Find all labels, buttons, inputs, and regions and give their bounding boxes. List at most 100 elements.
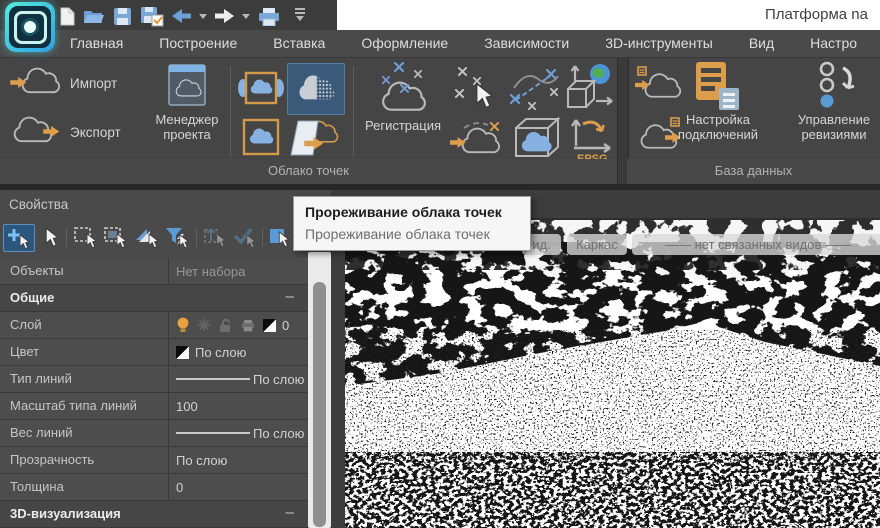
property-value[interactable]: По слою bbox=[169, 366, 308, 392]
save-all-icon[interactable] bbox=[140, 6, 164, 27]
ribbon-tab[interactable]: Вид bbox=[749, 30, 774, 57]
viewport-no-linked-views: —— нет связанных видов —— bbox=[632, 234, 880, 255]
window-title: Платформа na bbox=[765, 6, 868, 23]
ribbon-tab[interactable]: 3D-инструменты bbox=[605, 30, 713, 57]
property-value[interactable]: По слою bbox=[169, 420, 308, 446]
cloud-point-remove-button[interactable] bbox=[450, 116, 504, 160]
property-label: Объекты bbox=[0, 258, 169, 284]
ribbon-group-point-cloud: Импорт Экспорт Менеджер проекта bbox=[0, 58, 617, 184]
property-label: Общие bbox=[0, 285, 270, 311]
undo-dropdown-icon[interactable] bbox=[199, 13, 207, 19]
ribbon-tab[interactable]: Зависимости bbox=[484, 30, 569, 57]
properties-grid: ОбъектыНет набораОбщие–Слой0ЦветПо слоюТ… bbox=[0, 258, 308, 528]
apply-selection-button[interactable] bbox=[232, 224, 258, 250]
property-row: ПрозрачностьПо слою bbox=[0, 447, 308, 474]
add-to-selection-button[interactable] bbox=[3, 224, 35, 252]
layer-lock-icon[interactable] bbox=[218, 318, 234, 333]
property-row: Масштаб типа линий100 bbox=[0, 393, 308, 420]
app-logo-inner bbox=[9, 6, 51, 48]
linetype-value: По слою bbox=[253, 426, 304, 441]
clip-cloud-icon bbox=[240, 116, 282, 158]
quick-select-button[interactable] bbox=[134, 224, 160, 250]
import-button[interactable]: Импорт bbox=[10, 65, 117, 101]
color-value: По слою bbox=[195, 345, 246, 360]
ribbon-tab[interactable]: Построение bbox=[159, 30, 237, 57]
property-label: Масштаб типа линий bbox=[0, 393, 169, 419]
connection-settings-button[interactable]: Настройка подключений bbox=[663, 60, 773, 142]
ribbon-tab[interactable]: Главная bbox=[70, 30, 123, 57]
export-button[interactable]: Экспорт bbox=[10, 114, 121, 150]
select-points-button[interactable] bbox=[452, 65, 502, 111]
layer-name: 0 bbox=[282, 318, 289, 333]
layer-freeze-icon[interactable] bbox=[197, 318, 211, 332]
cloud-cube-icon bbox=[508, 114, 562, 162]
property-row: Толщина0 bbox=[0, 474, 308, 501]
crop-cloud-button[interactable] bbox=[238, 66, 284, 110]
move-up-button[interactable] bbox=[202, 224, 228, 250]
revision-management-button[interactable]: Управление ревизиями bbox=[779, 60, 880, 142]
ribbon: Импорт Экспорт Менеджер проекта bbox=[0, 58, 880, 190]
layer-print-icon[interactable] bbox=[241, 318, 256, 332]
thin-point-cloud-button[interactable] bbox=[287, 63, 345, 115]
tooltip-description: Прореживание облака точек bbox=[305, 226, 530, 242]
toolbar-separator bbox=[262, 228, 263, 247]
undo-icon[interactable] bbox=[172, 9, 191, 23]
new-file-icon[interactable] bbox=[60, 7, 75, 26]
redo-icon[interactable] bbox=[215, 9, 234, 23]
property-label: Вес линий bbox=[0, 420, 169, 446]
selection-filter-button[interactable] bbox=[164, 224, 190, 250]
property-value[interactable]: 100 bbox=[169, 393, 308, 419]
tooltip-title: Прореживание облака точек bbox=[305, 204, 530, 220]
section-collapse-icon[interactable]: – bbox=[286, 285, 294, 311]
properties-scrollbar[interactable] bbox=[308, 252, 331, 528]
project-manager-button[interactable]: Менеджер проекта bbox=[146, 62, 228, 142]
thin-point-cloud-icon bbox=[295, 73, 337, 105]
property-value[interactable]: По слою bbox=[169, 447, 308, 473]
toolbar-separator bbox=[66, 228, 67, 247]
qat-customize-icon[interactable] bbox=[294, 8, 306, 22]
cloud-to-sheet-button[interactable] bbox=[288, 115, 340, 161]
ribbon-tooltip: Прореживание облака точек Прореживание о… bbox=[293, 196, 531, 251]
select-points-icon bbox=[452, 65, 502, 111]
highlight-selection-button[interactable] bbox=[268, 224, 294, 250]
linetype-sample bbox=[176, 378, 250, 380]
property-label: Прозрачность bbox=[0, 447, 169, 473]
property-value[interactable]: 0 bbox=[169, 474, 308, 500]
layer-state-icons[interactable] bbox=[176, 317, 276, 334]
cloud-import-icon bbox=[10, 65, 62, 101]
property-value[interactable]: 0 bbox=[169, 312, 308, 338]
select-window-button[interactable] bbox=[73, 224, 99, 250]
ribbon-tab-bar: Главная Построение Вставка Оформление Зависи… bbox=[0, 30, 880, 58]
open-file-icon[interactable] bbox=[83, 8, 105, 24]
property-row: Слой0 bbox=[0, 312, 308, 339]
print-icon[interactable] bbox=[258, 7, 280, 26]
toolbar-separator bbox=[196, 228, 197, 247]
layer-on-bulb-icon[interactable] bbox=[176, 317, 190, 334]
properties-panel: Свойства ОбъектыНет на bbox=[0, 190, 331, 528]
epsg-icon: EPSG bbox=[566, 114, 616, 164]
fit-points-button[interactable] bbox=[506, 64, 560, 112]
ribbon-tab[interactable]: Вставка bbox=[273, 30, 325, 57]
property-label: Толщина bbox=[0, 474, 169, 500]
redo-dropdown-icon[interactable] bbox=[242, 13, 250, 19]
cloud-cube-button[interactable] bbox=[508, 114, 562, 162]
app-logo[interactable] bbox=[5, 2, 55, 52]
property-value[interactable]: Нет набора bbox=[169, 258, 308, 284]
viewport-tab-wireframe[interactable]: Каркас bbox=[567, 234, 627, 255]
epsg-button[interactable]: EPSG bbox=[566, 114, 616, 164]
select-cursor-button[interactable] bbox=[39, 224, 65, 250]
project-manager-icon bbox=[166, 62, 208, 112]
georeference-button[interactable] bbox=[562, 61, 614, 115]
select-crossing-button[interactable] bbox=[103, 224, 129, 250]
section-collapse-icon[interactable]: – bbox=[286, 501, 294, 527]
connection-settings-icon bbox=[693, 60, 743, 112]
clip-cloud-button[interactable] bbox=[240, 116, 282, 158]
ribbon-tab[interactable]: Настро bbox=[810, 30, 857, 57]
group-label-database: База данных bbox=[627, 159, 880, 184]
scrollbar-thumb[interactable] bbox=[313, 282, 326, 527]
property-value[interactable]: По слою bbox=[169, 339, 308, 365]
layer-color-swatch[interactable] bbox=[263, 319, 276, 332]
save-icon[interactable] bbox=[113, 7, 132, 26]
registration-button[interactable]: Регистрация bbox=[352, 60, 454, 133]
ribbon-tab[interactable]: Оформление bbox=[361, 30, 448, 57]
